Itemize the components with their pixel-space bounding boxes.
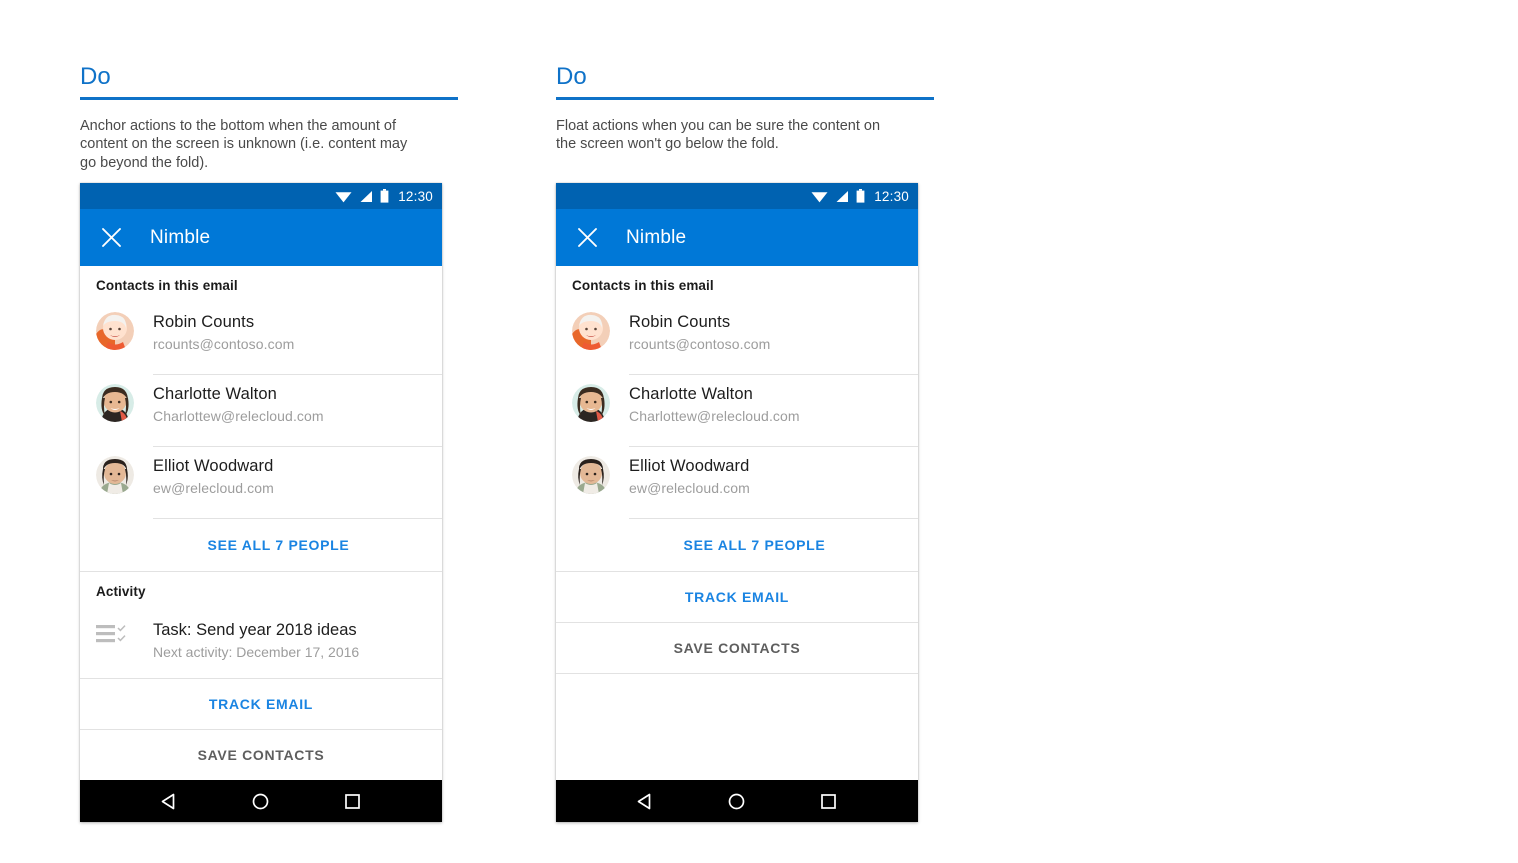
anchored-action-group: TRACK EMAIL SAVE CONTACTS: [80, 678, 442, 780]
contact-email: Charlottew@relecloud.com: [629, 408, 800, 424]
activity-text-block: Task: Send year 2018 ideas Next activity…: [153, 609, 359, 662]
see-all-people-row: SEE ALL 7 PEOPLE: [80, 519, 442, 571]
battery-icon: [856, 189, 865, 203]
status-bar-time: 12:30: [398, 188, 433, 204]
screenshot-root: Do Anchor actions to the bottom when the…: [0, 0, 1518, 863]
see-all-people-button[interactable]: SEE ALL 7 PEOPLE: [115, 519, 442, 571]
status-bar-time: 12:30: [874, 188, 909, 204]
panel-rule-left: [80, 97, 458, 100]
avatar-elliot-woodward: [96, 456, 134, 494]
contact-text-block: Charlotte Walton Charlottew@relecloud.co…: [629, 375, 918, 447]
contact-name: Charlotte Walton: [629, 385, 753, 403]
contact-text-block: Elliot Woodward ew@relecloud.com: [153, 447, 442, 519]
wifi-icon: [335, 191, 352, 202]
home-circle-icon[interactable]: [251, 792, 270, 811]
guidance-panel-floating: Do Float actions when you can be sure th…: [556, 0, 934, 154]
panel-rule-right: [556, 97, 934, 100]
contact-list-item[interactable]: Robin Counts rcounts@contoso.com: [556, 303, 918, 375]
contact-text-block: Robin Counts rcounts@contoso.com: [153, 303, 442, 375]
contact-email: ew@relecloud.com: [153, 480, 274, 496]
guidance-panel-anchored: Do Anchor actions to the bottom when the…: [80, 0, 458, 172]
recents-square-icon[interactable]: [343, 792, 362, 811]
save-contacts-button[interactable]: SAVE CONTACTS: [556, 623, 918, 673]
contact-text-block: Robin Counts rcounts@contoso.com: [629, 303, 918, 375]
app-bar: Nimble: [80, 209, 442, 266]
panel-heading-left: Do: [80, 63, 111, 90]
contact-email: rcounts@contoso.com: [629, 336, 771, 352]
see-all-people-button[interactable]: SEE ALL 7 PEOPLE: [591, 519, 918, 571]
app-title: Nimble: [626, 226, 687, 248]
avatar-robin-counts: [96, 312, 134, 350]
status-bar: 12:30: [556, 183, 918, 209]
battery-icon: [380, 189, 389, 203]
contact-list-item[interactable]: Elliot Woodward ew@relecloud.com: [80, 447, 442, 519]
contact-name: Elliot Woodward: [629, 457, 750, 475]
activity-subtitle: Next activity: December 17, 2016: [153, 644, 360, 660]
contact-name: Charlotte Walton: [153, 385, 277, 403]
phone-mockup-floating: 12:30 Nimble Contacts in this email Robi…: [556, 183, 918, 822]
avatar-charlotte-walton: [572, 384, 610, 422]
activity-list-item[interactable]: Task: Send year 2018 ideas Next activity…: [80, 609, 442, 665]
empty-space-below-fold: [556, 674, 918, 780]
avatar-robin-counts: [572, 312, 610, 350]
contact-list-item[interactable]: Robin Counts rcounts@contoso.com: [80, 303, 442, 375]
close-icon[interactable]: [98, 225, 124, 251]
contact-email: Charlottew@relecloud.com: [153, 408, 324, 424]
phone-mockup-anchored: 12:30 Nimble Contacts in this email Robi…: [80, 183, 442, 822]
activity-section-label: Activity: [96, 584, 146, 599]
cellular-signal-icon: [836, 190, 849, 202]
contact-email: rcounts@contoso.com: [153, 336, 295, 352]
track-email-button[interactable]: TRACK EMAIL: [556, 572, 918, 622]
see-all-people-row: SEE ALL 7 PEOPLE: [556, 519, 918, 571]
contact-list-item[interactable]: Charlotte Walton Charlottew@relecloud.co…: [556, 375, 918, 447]
app-title: Nimble: [150, 226, 211, 248]
contact-name: Elliot Woodward: [153, 457, 274, 475]
recents-square-icon[interactable]: [819, 792, 838, 811]
panel-heading-right: Do: [556, 63, 587, 90]
activity-title: Task: Send year 2018 ideas: [153, 621, 357, 639]
track-email-button[interactable]: TRACK EMAIL: [80, 679, 442, 729]
cellular-signal-icon: [360, 190, 373, 202]
scrollable-content: Contacts in this email Robin Counts rcou…: [80, 266, 442, 678]
android-nav-bar: [556, 780, 918, 822]
contact-list-item[interactable]: Elliot Woodward ew@relecloud.com: [556, 447, 918, 519]
android-nav-bar: [80, 780, 442, 822]
phone-content-floating: Contacts in this email Robin Counts rcou…: [556, 266, 918, 780]
close-icon[interactable]: [574, 225, 600, 251]
contact-list-item[interactable]: Charlotte Walton Charlottew@relecloud.co…: [80, 375, 442, 447]
app-bar: Nimble: [556, 209, 918, 266]
back-triangle-icon[interactable]: [160, 792, 179, 811]
avatar-elliot-woodward: [572, 456, 610, 494]
phone-content-anchored: Contacts in this email Robin Counts rcou…: [80, 266, 442, 780]
contact-text-block: Charlotte Walton Charlottew@relecloud.co…: [153, 375, 442, 447]
avatar-charlotte-walton: [96, 384, 134, 422]
contact-name: Robin Counts: [153, 313, 255, 331]
status-bar: 12:30: [80, 183, 442, 209]
wifi-icon: [811, 191, 828, 202]
home-circle-icon[interactable]: [727, 792, 746, 811]
contact-name: Robin Counts: [629, 313, 731, 331]
contacts-section-label: Contacts in this email: [572, 278, 714, 293]
contact-email: ew@relecloud.com: [629, 480, 750, 496]
contacts-section-label: Contacts in this email: [96, 278, 238, 293]
back-triangle-icon[interactable]: [636, 792, 655, 811]
contact-text-block: Elliot Woodward ew@relecloud.com: [629, 447, 918, 519]
panel-description-left: Anchor actions to the bottom when the am…: [80, 118, 408, 171]
task-list-icon: [96, 623, 134, 654]
panel-description-right: Float actions when you can be sure the c…: [556, 118, 881, 153]
save-contacts-button[interactable]: SAVE CONTACTS: [80, 730, 442, 780]
